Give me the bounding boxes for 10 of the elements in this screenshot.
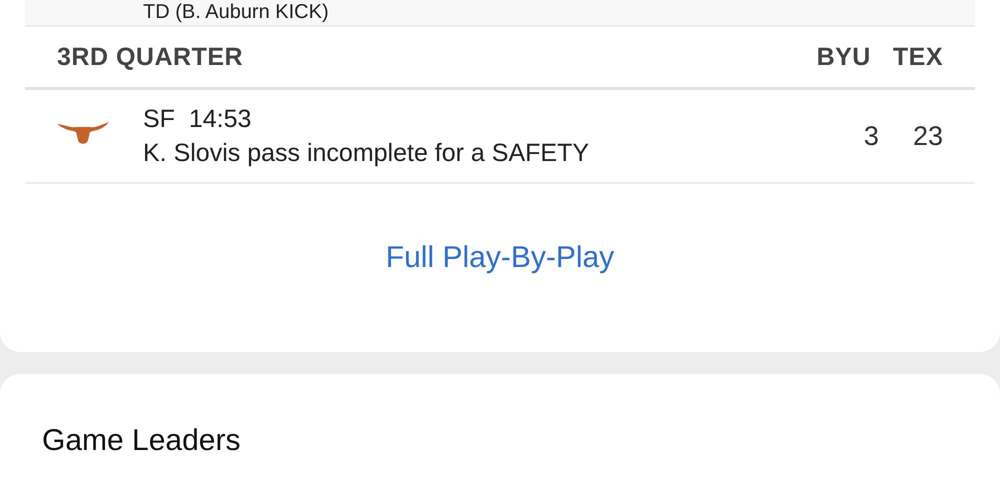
score: 23 <box>912 120 943 152</box>
team-header: TEX <box>892 42 943 72</box>
full-play-by-play-link[interactable]: Full Play-By-Play <box>386 241 614 275</box>
score: 3 <box>864 120 879 152</box>
team-header: BYU <box>816 42 871 72</box>
section-title: Game Leaders <box>42 424 240 457</box>
play-description: TD (B. Auburn KICK) <box>143 1 329 24</box>
quarter-title: 3RD QUARTER <box>57 42 244 72</box>
play-type-time: SF 14:53 <box>143 104 252 135</box>
play-description: K. Slovis pass incomplete for a SAFETY <box>143 138 590 169</box>
